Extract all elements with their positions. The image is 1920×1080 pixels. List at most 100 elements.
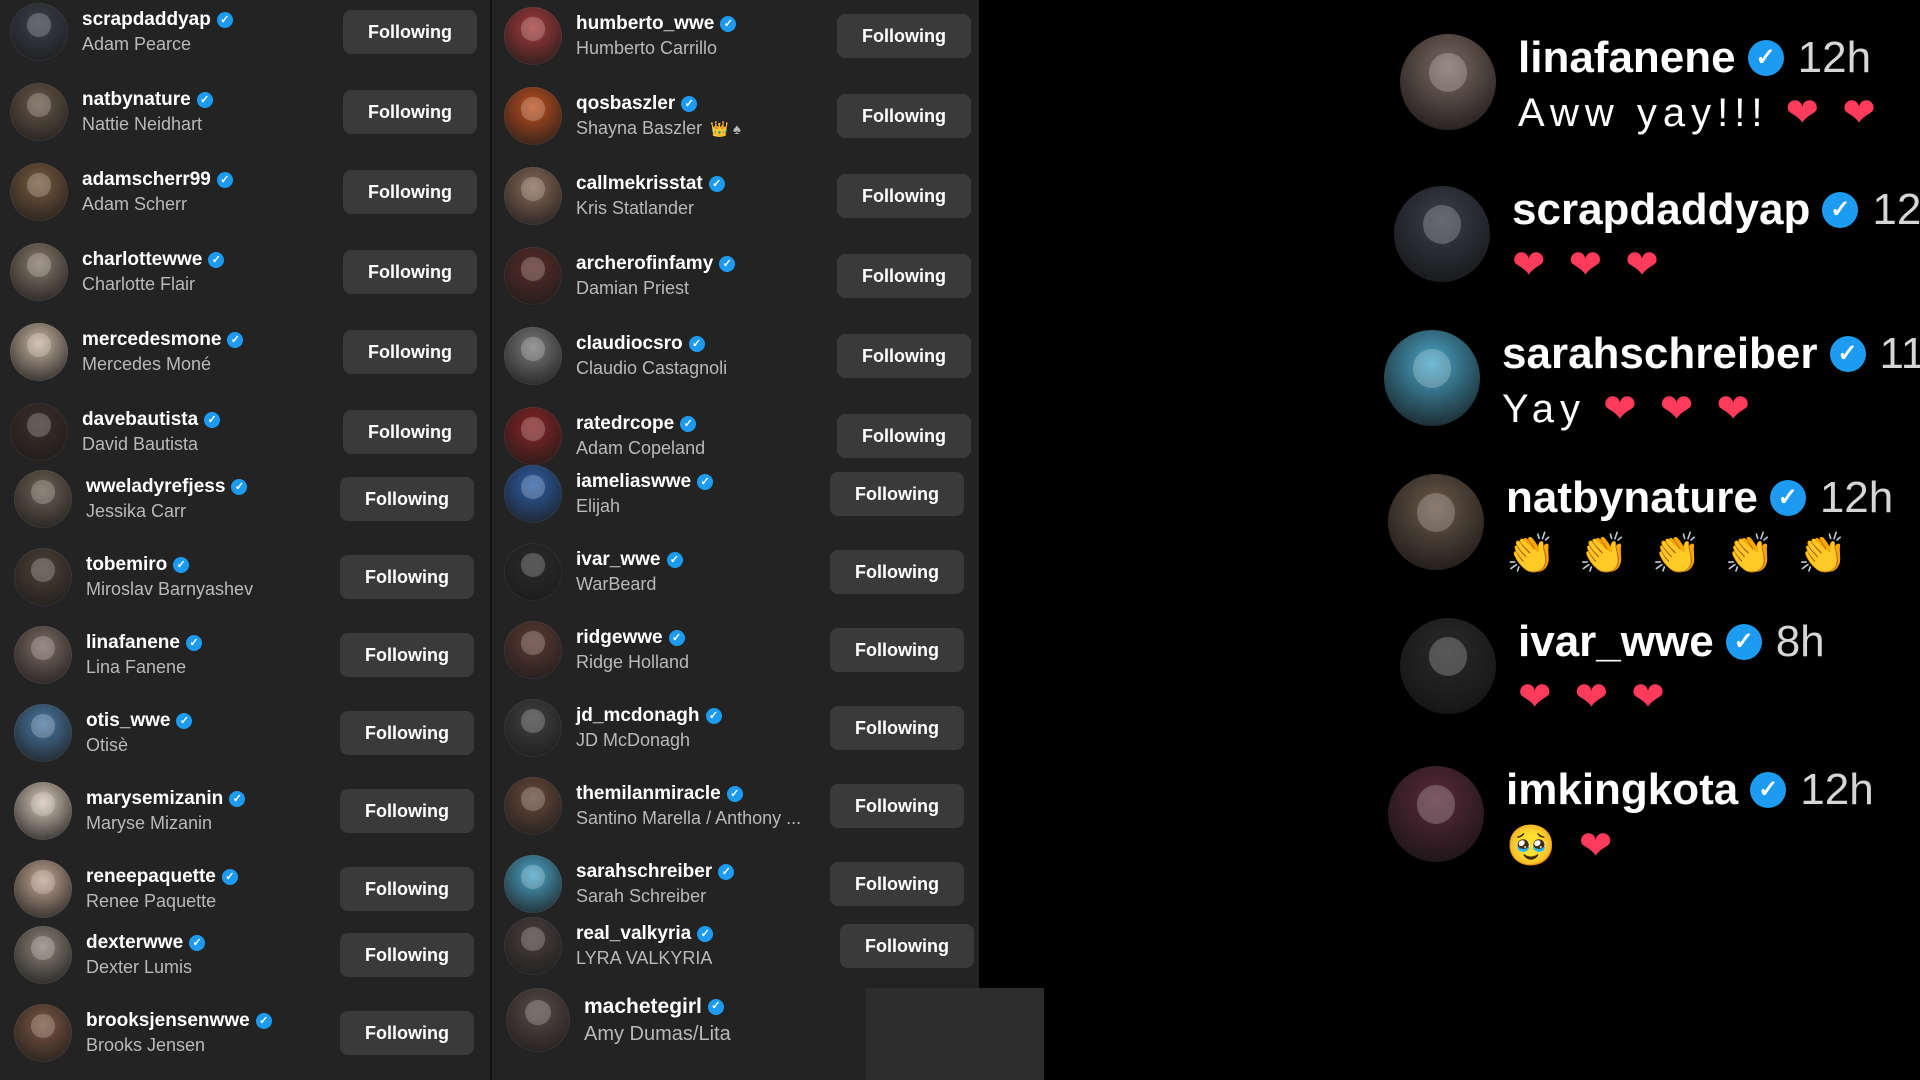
following-button[interactable]: Following	[343, 330, 477, 374]
username[interactable]: ratedrcope	[576, 413, 674, 436]
user-avatar[interactable]	[14, 1004, 72, 1062]
username[interactable]: iameliaswwe	[576, 471, 691, 494]
username[interactable]: qosbaszler	[576, 93, 675, 116]
user-avatar[interactable]	[10, 83, 68, 141]
user-avatar[interactable]	[504, 7, 562, 65]
following-button[interactable]: Following	[830, 706, 964, 750]
following-button[interactable]: Following	[830, 862, 964, 906]
following-button[interactable]: Following	[340, 933, 474, 977]
username[interactable]: sarahschreiber	[576, 861, 712, 884]
user-avatar[interactable]	[504, 543, 562, 601]
user-avatar[interactable]	[14, 548, 72, 606]
user-avatar[interactable]	[504, 247, 562, 305]
following-button[interactable]: Following	[837, 14, 971, 58]
commenter-avatar[interactable]	[1388, 766, 1484, 862]
following-button[interactable]: Following	[837, 174, 971, 218]
username[interactable]: mercedesmone	[82, 329, 221, 352]
username[interactable]: davebautista	[82, 409, 198, 432]
username[interactable]: marysemizanin	[86, 788, 223, 811]
user-avatar[interactable]	[10, 403, 68, 461]
following-button[interactable]: Following	[340, 633, 474, 677]
following-button[interactable]: Following	[340, 477, 474, 521]
username[interactable]: ivar_wwe	[576, 549, 661, 572]
commenter-username[interactable]: natbynature	[1506, 473, 1758, 522]
commenter-avatar[interactable]	[1394, 186, 1490, 282]
following-button[interactable]: Following	[340, 555, 474, 599]
user-avatar[interactable]	[504, 465, 562, 523]
following-button[interactable]: Following	[340, 711, 474, 755]
user-avatar[interactable]	[10, 163, 68, 221]
following-button[interactable]: Following	[830, 628, 964, 672]
user-avatar[interactable]	[14, 860, 72, 918]
commenter-username[interactable]: scrapdaddyap	[1512, 185, 1810, 234]
following-button[interactable]: Following	[837, 334, 971, 378]
user-avatar[interactable]	[10, 3, 68, 61]
user-avatar[interactable]	[14, 626, 72, 684]
user-avatar[interactable]	[504, 167, 562, 225]
commenter-avatar[interactable]	[1400, 618, 1496, 714]
following-button[interactable]: Following	[343, 250, 477, 294]
following-button[interactable]: Following	[343, 170, 477, 214]
following-button[interactable]: Following	[340, 1011, 474, 1055]
username[interactable]: themilanmiracle	[576, 783, 721, 806]
user-avatar[interactable]	[14, 704, 72, 762]
username[interactable]: natbynature	[82, 89, 191, 112]
following-button[interactable]: Following	[830, 472, 964, 516]
username[interactable]: charlottewwe	[82, 249, 202, 272]
verified-badge-icon: ✓	[680, 416, 697, 433]
user-avatar[interactable]	[504, 777, 562, 835]
user-avatar[interactable]	[504, 917, 562, 975]
user-avatar[interactable]	[14, 926, 72, 984]
username[interactable]: reneepaquette	[86, 866, 216, 889]
user-avatar[interactable]	[14, 782, 72, 840]
commenter-avatar[interactable]	[1400, 34, 1496, 130]
username[interactable]: otis_wwe	[86, 710, 170, 733]
following-button[interactable]: Following	[340, 789, 474, 833]
username[interactable]: jd_mcdonagh	[576, 705, 700, 728]
username[interactable]: real_valkyria	[576, 923, 691, 946]
user-avatar[interactable]	[10, 243, 68, 301]
username[interactable]: callmekrisstat	[576, 173, 703, 196]
following-button[interactable]: Following	[830, 784, 964, 828]
username[interactable]: brooksjensenwwe	[86, 1010, 250, 1033]
username[interactable]: ridgewwe	[576, 627, 663, 650]
username[interactable]: claudiocsro	[576, 333, 683, 356]
user-names: charlottewwe ✓ Charlotte Flair	[82, 249, 225, 295]
user-avatar[interactable]	[504, 407, 562, 465]
username-line: sarahschreiber ✓	[576, 861, 735, 884]
user-avatar[interactable]	[504, 327, 562, 385]
following-button[interactable]: Following	[837, 254, 971, 298]
commenter-avatar[interactable]	[1388, 474, 1484, 570]
user-names: tobemiro ✓ Miroslav Barnyashev	[86, 554, 253, 600]
username[interactable]: linafanene	[86, 632, 180, 655]
username[interactable]: adamscherr99	[82, 169, 211, 192]
user-avatar[interactable]	[10, 323, 68, 381]
username[interactable]: dexterwwe	[86, 932, 183, 955]
following-button[interactable]: Following	[343, 10, 477, 54]
user-avatar[interactable]	[14, 470, 72, 528]
username[interactable]: machetegirl	[584, 994, 702, 1019]
following-button[interactable]: Following	[340, 867, 474, 911]
username[interactable]: humberto_wwe	[576, 13, 714, 36]
username[interactable]: scrapdaddyap	[82, 9, 211, 32]
following-button[interactable]: Following	[343, 410, 477, 454]
commenter-username[interactable]: sarahschreiber	[1502, 329, 1818, 378]
username[interactable]: tobemiro	[86, 554, 167, 577]
commenter-avatar[interactable]	[1384, 330, 1480, 426]
following-button[interactable]: Following	[837, 94, 971, 138]
user-avatar[interactable]	[504, 855, 562, 913]
user-avatar[interactable]	[506, 988, 570, 1052]
following-button[interactable]: Following	[837, 414, 971, 458]
user-avatar[interactable]	[504, 621, 562, 679]
verified-badge-icon: ✓	[204, 412, 221, 429]
following-button[interactable]: Following	[840, 924, 974, 968]
commenter-username[interactable]: linafanene	[1518, 33, 1736, 82]
following-button[interactable]: Following	[343, 90, 477, 134]
username[interactable]: archerofinfamy	[576, 253, 713, 276]
following-button[interactable]: Following	[830, 550, 964, 594]
user-avatar[interactable]	[504, 699, 562, 757]
commenter-username[interactable]: ivar_wwe	[1518, 617, 1714, 666]
commenter-username[interactable]: imkingkota	[1506, 765, 1738, 814]
username[interactable]: wweladyrefjess	[86, 476, 225, 499]
user-avatar[interactable]	[504, 87, 562, 145]
